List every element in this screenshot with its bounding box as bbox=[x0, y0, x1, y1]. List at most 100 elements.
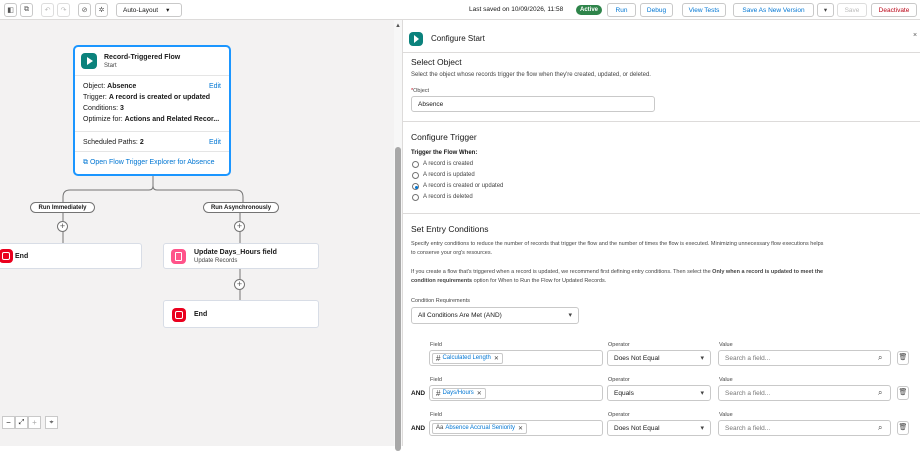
error-check-icon[interactable]: ⊘ bbox=[78, 3, 91, 17]
condition-field-input[interactable]: # Calculated Length ✕ bbox=[429, 350, 603, 366]
deactivate-button[interactable]: Deactivate bbox=[871, 3, 917, 17]
entry-desc-line2: to conserve your org's resources. bbox=[411, 250, 493, 256]
trigger-explorer-link[interactable]: ⧉ Open Flow Trigger Explorer for Absence bbox=[83, 159, 214, 167]
search-icon: ⌕ bbox=[878, 423, 883, 432]
debug-button[interactable]: Debug bbox=[640, 3, 673, 17]
field-chip[interactable]: Aa Absence Accrual Seniority ✕ bbox=[432, 422, 528, 434]
add-element-plus-icon[interactable]: + bbox=[234, 279, 245, 290]
update-records-icon bbox=[171, 249, 186, 264]
update-node-subtitle: Update Records bbox=[194, 258, 238, 264]
object-input[interactable]: Absence bbox=[411, 96, 655, 112]
save-as-new-version-button[interactable]: Save As New Version bbox=[733, 3, 814, 17]
condition-operator-select[interactable]: Equals bbox=[607, 385, 711, 401]
radio-created-or-updated-label: A record is created or updated bbox=[423, 183, 504, 189]
field-chip[interactable]: # Calculated Length ✕ bbox=[432, 352, 503, 364]
condition-operator-select[interactable]: Does Not Equal bbox=[607, 420, 711, 436]
radio-created-or-updated[interactable] bbox=[412, 183, 419, 190]
start-title: Record-Triggered Flow bbox=[104, 54, 181, 61]
update-records-node[interactable]: Update Days_Hours field Update Records bbox=[163, 243, 319, 269]
add-element-plus-icon[interactable]: + bbox=[234, 221, 245, 232]
zoom-controls: − ⤢ + ⌖ bbox=[2, 416, 58, 429]
run-immediately-pill[interactable]: Run Immediately bbox=[30, 202, 95, 213]
number-field-icon: # bbox=[436, 353, 441, 363]
condition-field-input[interactable]: Aa Absence Accrual Seniority ✕ bbox=[429, 420, 603, 436]
radio-deleted-label: A record is deleted bbox=[423, 194, 473, 200]
field-header: Field bbox=[430, 377, 442, 383]
condition-operator-select[interactable]: Does Not Equal bbox=[607, 350, 711, 366]
fit-view-icon[interactable]: ⤢ bbox=[15, 416, 28, 429]
end-node-left[interactable]: End bbox=[0, 243, 142, 269]
zoom-in-icon[interactable]: + bbox=[28, 416, 41, 429]
radio-created[interactable] bbox=[412, 161, 419, 168]
toggle-panel-icon[interactable]: ◧ bbox=[4, 3, 17, 17]
end-node-right[interactable]: End bbox=[163, 300, 319, 328]
edit-scheduled-link[interactable]: Edit bbox=[209, 139, 221, 146]
undo-icon[interactable]: ↶ bbox=[41, 3, 54, 17]
view-tests-button[interactable]: View Tests bbox=[682, 3, 726, 17]
update-node-title: Update Days_Hours field bbox=[194, 249, 277, 256]
radio-updated[interactable] bbox=[412, 172, 419, 179]
condition-value-input[interactable]: Search a field... bbox=[718, 385, 891, 401]
condition-field-input[interactable]: # Days/Hours ✕ bbox=[429, 385, 603, 401]
canvas-scrollbar[interactable]: ▲ bbox=[394, 20, 402, 451]
select-object-desc: Select the object whose records trigger … bbox=[411, 72, 651, 78]
and-label: AND bbox=[411, 425, 426, 432]
field-header: Field bbox=[430, 342, 442, 348]
center-view-icon[interactable]: ⌖ bbox=[45, 416, 58, 429]
condition-value-input[interactable]: Search a field... bbox=[718, 350, 891, 366]
status-badge: Active bbox=[576, 5, 603, 15]
operator-header: Operator bbox=[608, 377, 630, 383]
search-icon: ⌕ bbox=[878, 388, 883, 397]
play-icon bbox=[409, 32, 423, 46]
save-menu-chevron-icon[interactable]: ▾ bbox=[817, 3, 834, 17]
zoom-out-icon[interactable]: − bbox=[2, 416, 15, 429]
entry-recommend-line2: condition requirements option for When t… bbox=[411, 278, 607, 284]
configure-trigger-title: Configure Trigger bbox=[411, 132, 477, 142]
search-icon: ⌕ bbox=[878, 353, 883, 362]
select-object-title: Select Object bbox=[411, 57, 462, 67]
remove-chip-icon[interactable]: ✕ bbox=[518, 425, 523, 432]
field-chip[interactable]: # Days/Hours ✕ bbox=[432, 387, 486, 399]
remove-chip-icon[interactable]: ✕ bbox=[477, 390, 482, 397]
radio-updated-label: A record is updated bbox=[423, 172, 475, 178]
panel-header: Configure Start bbox=[431, 34, 485, 43]
edit-link[interactable]: Edit bbox=[209, 83, 221, 90]
close-icon[interactable]: × bbox=[913, 32, 917, 39]
scheduled-paths-row: Scheduled Paths: 2 bbox=[83, 139, 144, 146]
object-row: Object: Absence bbox=[83, 83, 137, 90]
redo-icon[interactable]: ↷ bbox=[57, 3, 70, 17]
conditions-row: Conditions: 3 bbox=[83, 105, 124, 112]
field-header: Field bbox=[430, 412, 442, 418]
radio-deleted[interactable] bbox=[412, 194, 419, 201]
delete-condition-icon[interactable]: 🗑 bbox=[897, 386, 909, 400]
end-label: End bbox=[15, 253, 29, 260]
value-header: Value bbox=[719, 377, 733, 383]
delete-condition-icon[interactable]: 🗑 bbox=[897, 421, 909, 435]
flow-canvas[interactable]: Record-Triggered Flow Start Object: Abse… bbox=[0, 20, 394, 446]
settings-icon[interactable]: ✲ bbox=[95, 3, 108, 17]
start-node-card[interactable]: Record-Triggered Flow Start Object: Abse… bbox=[73, 45, 231, 176]
condition-req-select[interactable]: All Conditions Are Met (AND) bbox=[411, 307, 579, 324]
delete-condition-icon[interactable]: 🗑 bbox=[897, 351, 909, 365]
add-element-plus-icon[interactable]: + bbox=[57, 221, 68, 232]
save-button[interactable]: Save bbox=[837, 3, 867, 17]
operator-header: Operator bbox=[608, 412, 630, 418]
last-saved-text: Last saved on 10/09/2026, 11:58 bbox=[469, 6, 564, 13]
run-button[interactable]: Run bbox=[607, 3, 636, 17]
text-field-icon: Aa bbox=[436, 425, 444, 431]
configure-start-panel: Configure Start × Select Object Select t… bbox=[402, 20, 920, 446]
trigger-label: Trigger the Flow When: bbox=[411, 150, 478, 156]
start-subtitle: Start bbox=[104, 63, 117, 69]
trigger-row: Trigger: A record is created or updated bbox=[83, 94, 211, 101]
layout-select[interactable]: Auto-Layout ▾ bbox=[116, 3, 182, 17]
number-field-icon: # bbox=[436, 388, 441, 398]
entry-desc-line1: Specify entry conditions to reduce the n… bbox=[411, 241, 824, 247]
stop-icon bbox=[0, 249, 13, 263]
toolbar: ◧ ⧉ ↶ ↷ ⊘ ✲ Auto-Layout ▾ Last saved on 1… bbox=[0, 0, 920, 20]
remove-chip-icon[interactable]: ✕ bbox=[494, 355, 499, 362]
run-async-pill[interactable]: Run Asynchronously bbox=[203, 202, 279, 213]
copy-icon[interactable]: ⧉ bbox=[20, 3, 33, 17]
value-header: Value bbox=[719, 412, 733, 418]
condition-value-input[interactable]: Search a field... bbox=[718, 420, 891, 436]
end-label: End bbox=[194, 311, 208, 318]
